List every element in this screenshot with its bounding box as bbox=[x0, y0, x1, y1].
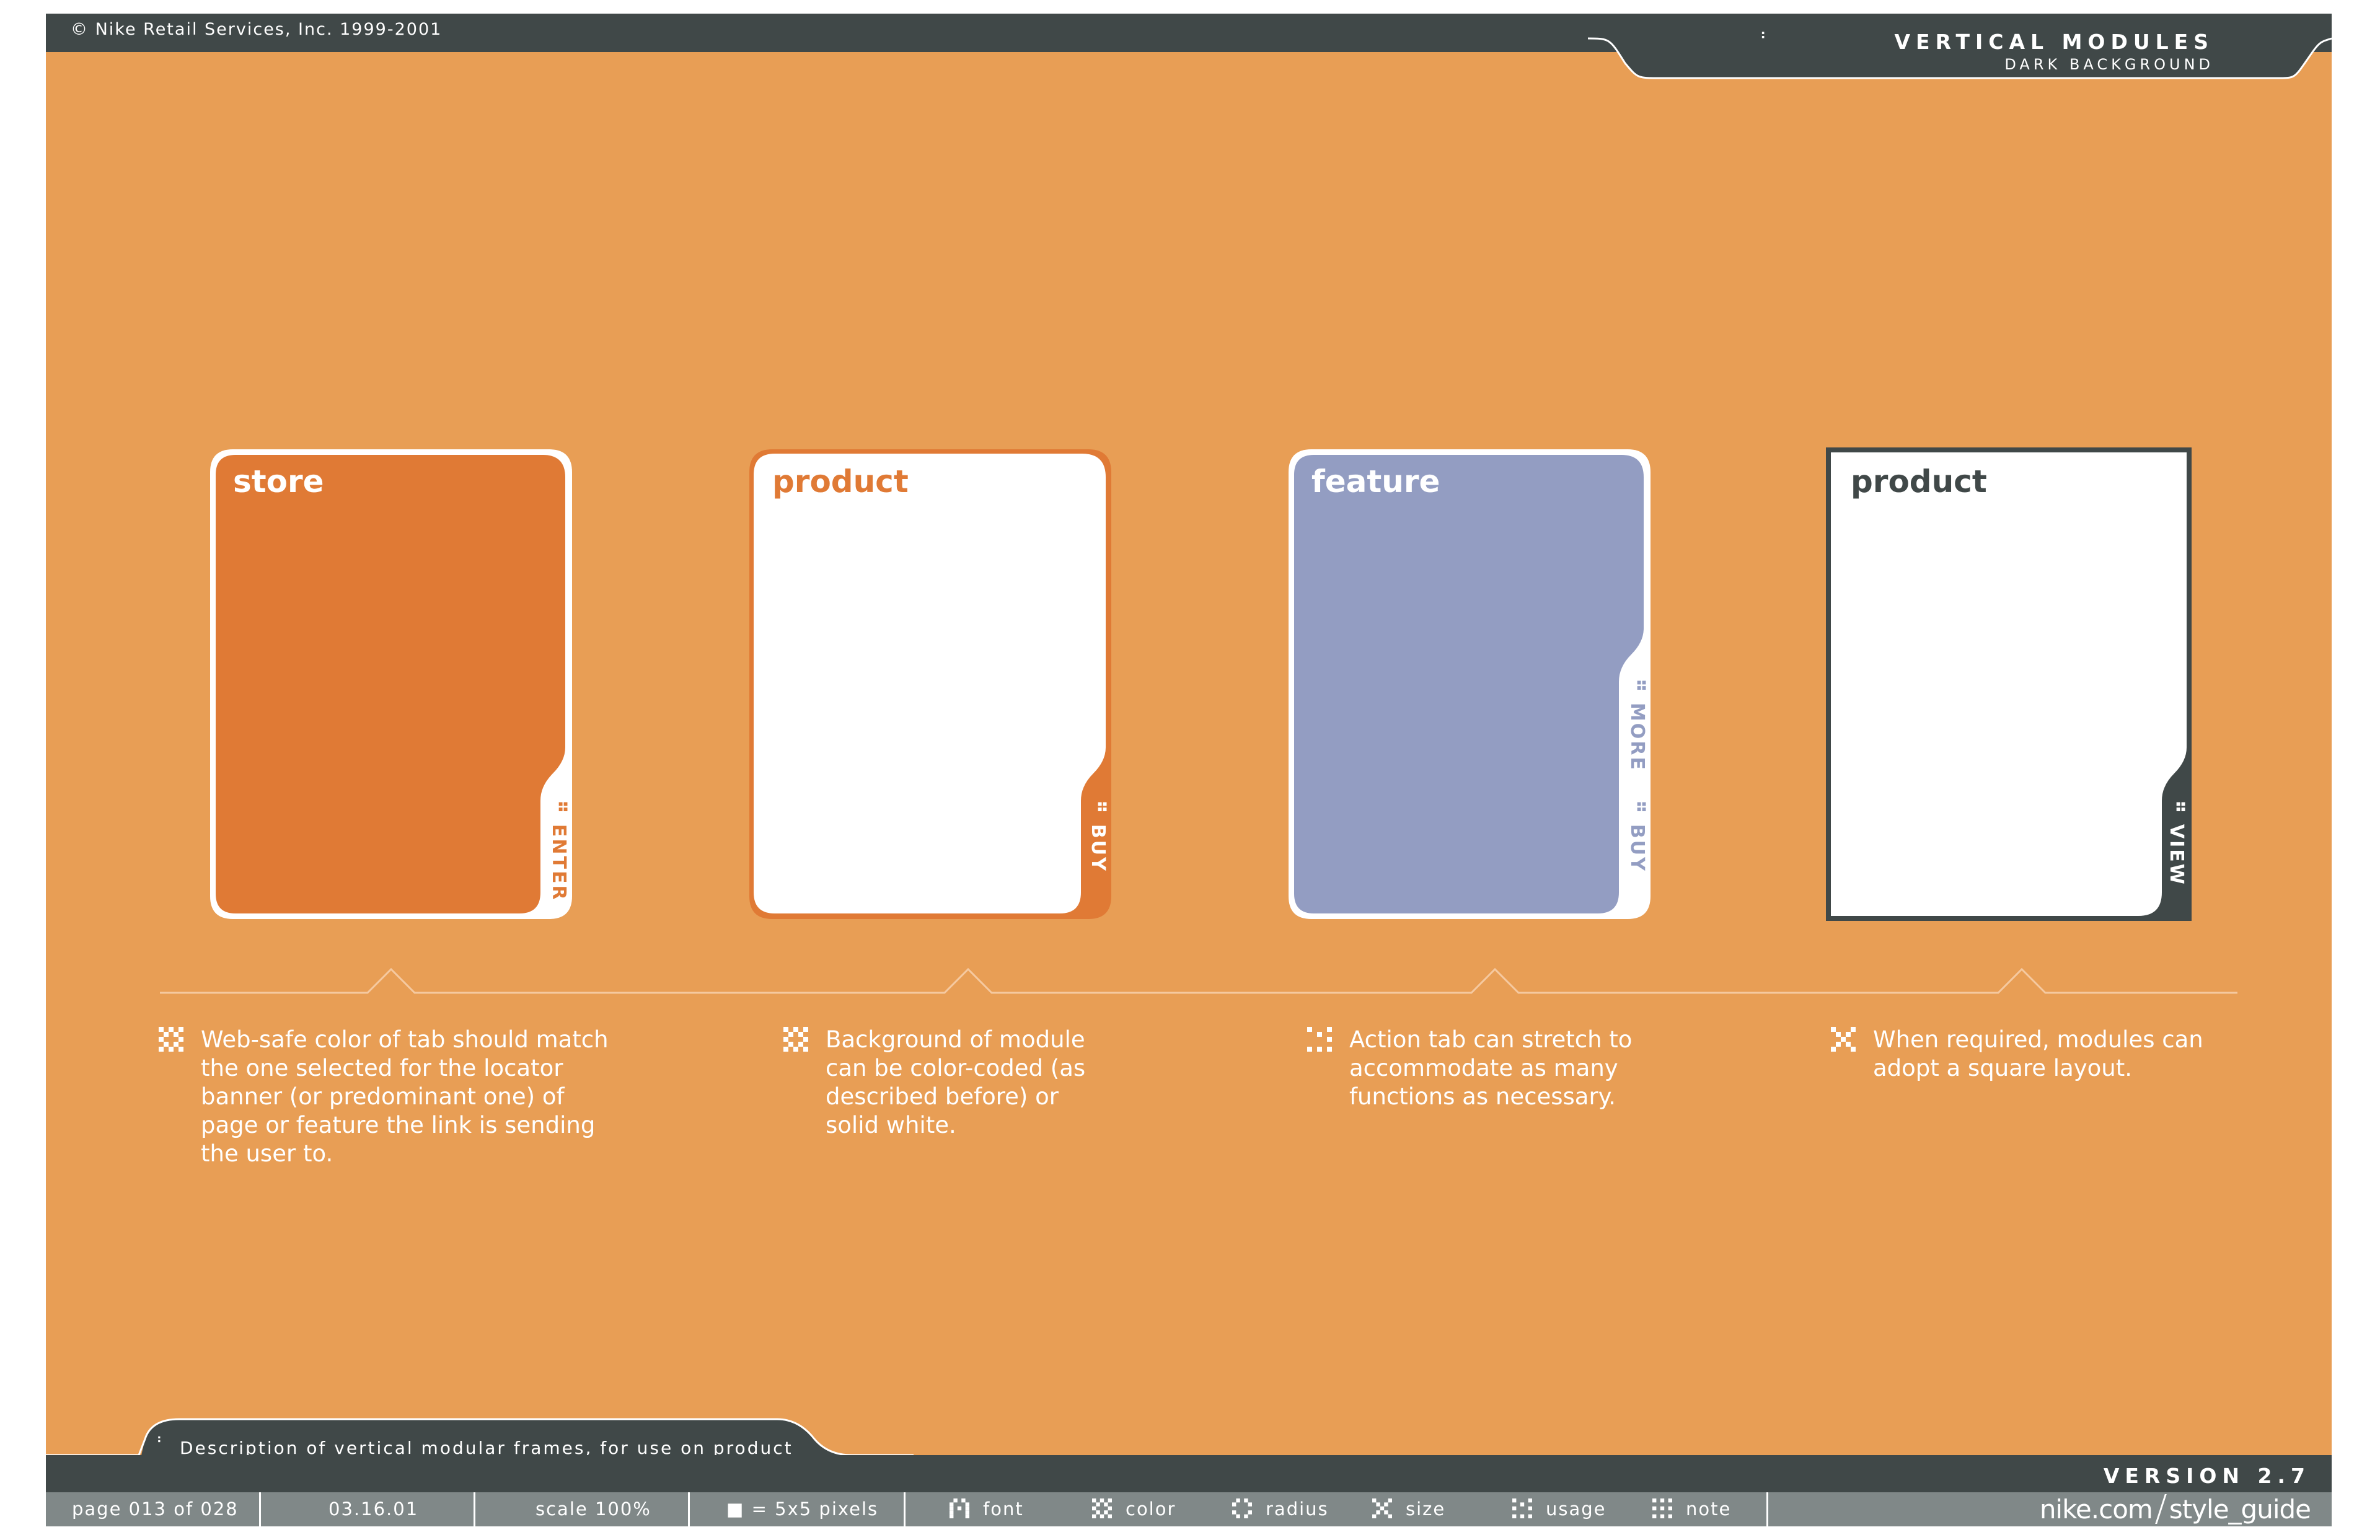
color-icon bbox=[1092, 1498, 1112, 1518]
module-product[interactable]: product ⠛ BUY bbox=[747, 447, 1113, 921]
description-tab-color: Web-safe color of tab should match the o… bbox=[159, 1026, 617, 1168]
footer-date: 03.16.01 bbox=[328, 1498, 419, 1520]
tab-dots-icon: ⠛ bbox=[2166, 799, 2187, 824]
tab-label: VIEW bbox=[2166, 824, 2187, 886]
tab-label: BUY bbox=[1626, 824, 1648, 873]
tab-dots-icon: ⠛ bbox=[1626, 678, 1648, 703]
title-tab bbox=[1576, 14, 2332, 79]
module-title: product bbox=[772, 464, 909, 499]
module-title: store bbox=[233, 464, 324, 499]
footer-scale: scale 100% bbox=[536, 1498, 651, 1520]
version-bar bbox=[46, 1455, 2332, 1492]
radius-icon bbox=[1232, 1498, 1252, 1518]
tab-label: MORE bbox=[1626, 702, 1648, 772]
legend-label: usage bbox=[1546, 1498, 1606, 1520]
module-frame bbox=[1289, 449, 1651, 919]
legend-label: size bbox=[1406, 1498, 1446, 1520]
legend-note: note bbox=[1652, 1492, 1731, 1526]
description-text: Action tab can stretch to accommodate as… bbox=[1349, 1026, 1633, 1110]
description-square-layout: When required, modules can adopt a squar… bbox=[1831, 1026, 2215, 1083]
tab-dots-icon: ⠛ bbox=[548, 799, 570, 824]
tab-view[interactable]: ⠛ VIEW bbox=[2166, 799, 2187, 886]
legend-radius: radius bbox=[1232, 1492, 1329, 1526]
module-store[interactable]: store ⠛ ENTER bbox=[208, 447, 574, 921]
color-icon bbox=[159, 1027, 183, 1052]
footer-divider bbox=[688, 1492, 690, 1526]
description-action-tab: Action tab can stretch to accommodate as… bbox=[1307, 1026, 1654, 1111]
tab-buy[interactable]: ⠛ BUY bbox=[1626, 799, 1648, 873]
tab-enter[interactable]: ⠛ ENTER bbox=[548, 799, 570, 902]
legend-label: note bbox=[1686, 1498, 1732, 1520]
tab-dots-icon: ⠛ bbox=[1087, 799, 1109, 824]
brand-section: style_guide bbox=[2169, 1494, 2311, 1525]
copyright: © Nike Retail Services, Inc. 1999-2001 bbox=[71, 20, 443, 39]
footer-divider bbox=[474, 1492, 475, 1526]
brand-lockup: nike.com style_guide bbox=[2040, 1492, 2311, 1526]
module-title: product bbox=[1851, 464, 1987, 499]
footer-divider bbox=[259, 1492, 261, 1526]
description-text: Background of module can be color-coded … bbox=[826, 1026, 1086, 1138]
tab-more[interactable]: ⠛ MORE bbox=[1626, 678, 1648, 772]
module-feature[interactable]: feature ⠛ MORE ⠛ BUY bbox=[1287, 447, 1652, 921]
brand-slash bbox=[2155, 1494, 2167, 1524]
tab-label: ENTER bbox=[548, 824, 570, 902]
font-icon bbox=[950, 1498, 969, 1518]
module-frame bbox=[210, 449, 572, 919]
page-number: page 013 of 028 bbox=[72, 1498, 239, 1520]
legend-usage: usage bbox=[1512, 1492, 1606, 1526]
brand-name: nike.com bbox=[2039, 1494, 2153, 1525]
tab-dots-icon: ⠛ bbox=[1626, 799, 1648, 824]
section-title: VERTICAL MODULES bbox=[1894, 30, 2214, 54]
legend-size: size bbox=[1372, 1492, 1445, 1526]
description-background: Background of module can be color-coded … bbox=[783, 1026, 1106, 1140]
tab-buy[interactable]: ⠛ BUY bbox=[1087, 799, 1109, 873]
style-guide-page: © Nike Retail Services, Inc. 1999-2001 ⠃… bbox=[46, 14, 2332, 1526]
title-marker-icon: ⠃ bbox=[1760, 30, 1771, 47]
size-icon bbox=[1372, 1498, 1392, 1518]
footer-divider bbox=[1766, 1492, 1768, 1526]
description-text: Web-safe color of tab should match the o… bbox=[201, 1026, 609, 1167]
module-frame bbox=[749, 449, 1111, 919]
legend-label: font bbox=[983, 1498, 1024, 1520]
note-icon bbox=[1652, 1498, 1672, 1518]
color-icon bbox=[783, 1027, 808, 1052]
legend-label: color bbox=[1126, 1498, 1176, 1520]
footer-divider bbox=[904, 1492, 906, 1526]
tab-label: BUY bbox=[1087, 824, 1109, 873]
module-product-square[interactable]: product ⠛ VIEW bbox=[1826, 447, 2192, 921]
module-title: feature bbox=[1311, 464, 1440, 499]
section-subtitle: DARK BACKGROUND bbox=[2004, 56, 2214, 73]
legend-color: color bbox=[1092, 1492, 1176, 1526]
legend-label: radius bbox=[1266, 1498, 1329, 1520]
usage-icon bbox=[1307, 1027, 1332, 1052]
version-label: VERSION 2.7 bbox=[2103, 1464, 2311, 1488]
module-frame bbox=[1826, 447, 2192, 921]
description-marker-icon: ⠃ bbox=[156, 1435, 167, 1451]
pointer-rule bbox=[160, 967, 2237, 994]
usage-icon bbox=[1512, 1498, 1532, 1518]
legend-font: font bbox=[950, 1492, 1024, 1526]
footer-pixel-unit: ■ = 5x5 pixels bbox=[726, 1498, 879, 1520]
description-text: When required, modules can adopt a squar… bbox=[1873, 1026, 2203, 1081]
radius-icon bbox=[1831, 1027, 1856, 1052]
